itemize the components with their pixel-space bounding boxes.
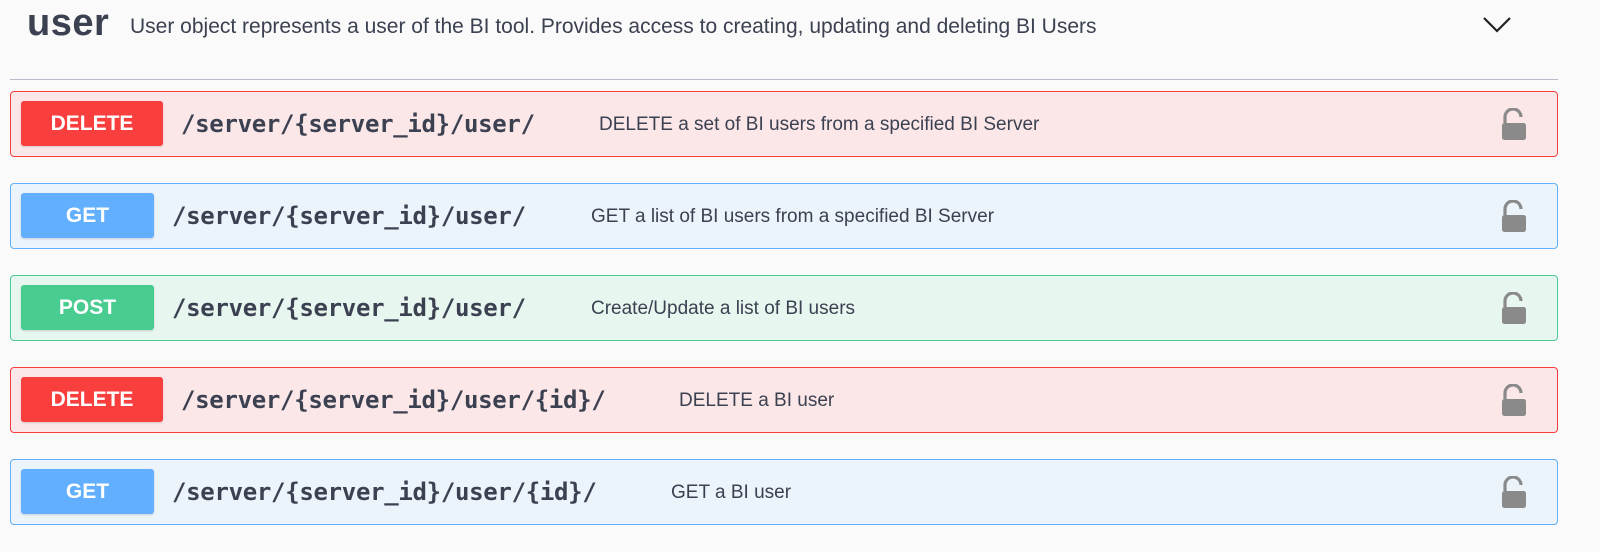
operation-delete-users[interactable]: DELETE /server/{server_id}/user/ DELETE … <box>10 91 1558 157</box>
unlocked-lock-icon[interactable] <box>1499 476 1529 510</box>
operation-summary: GET a BI user <box>671 482 792 503</box>
operation-get-user[interactable]: GET /server/{server_id}/user/{id}/ GET a… <box>10 459 1558 525</box>
operation-post-users[interactable]: POST /server/{server_id}/user/ Create/Up… <box>10 275 1558 341</box>
method-badge: DELETE <box>21 101 163 146</box>
operation-get-users[interactable]: GET /server/{server_id}/user/ GET a list… <box>10 183 1558 249</box>
operation-path: /server/{server_id}/user/ <box>172 294 526 322</box>
unlocked-lock-icon[interactable] <box>1499 292 1529 326</box>
chevron-down-icon[interactable] <box>1480 8 1514 42</box>
operation-path: /server/{server_id}/user/{id}/ <box>172 478 597 506</box>
method-badge: POST <box>21 285 154 330</box>
operation-path: /server/{server_id}/user/{id}/ <box>181 386 606 414</box>
operation-path: /server/{server_id}/user/ <box>181 110 535 138</box>
operation-summary: DELETE a set of BI users from a specifie… <box>599 114 1040 135</box>
method-badge: GET <box>21 193 154 238</box>
operation-summary: DELETE a BI user <box>679 390 835 411</box>
tag-section-header[interactable]: user User object represents a user of th… <box>10 0 1558 80</box>
method-badge: DELETE <box>21 377 163 422</box>
method-badge: GET <box>21 469 154 514</box>
unlocked-lock-icon[interactable] <box>1499 200 1529 234</box>
operation-delete-user[interactable]: DELETE /server/{server_id}/user/{id}/ DE… <box>10 367 1558 433</box>
tag-description: User object represents a user of the BI … <box>130 15 1097 38</box>
operation-path: /server/{server_id}/user/ <box>172 202 526 230</box>
unlocked-lock-icon[interactable] <box>1499 108 1529 142</box>
unlocked-lock-icon[interactable] <box>1499 384 1529 418</box>
operation-summary: Create/Update a list of BI users <box>591 298 856 319</box>
operation-summary: GET a list of BI users from a specified … <box>591 206 995 227</box>
tag-name: user <box>27 2 110 44</box>
